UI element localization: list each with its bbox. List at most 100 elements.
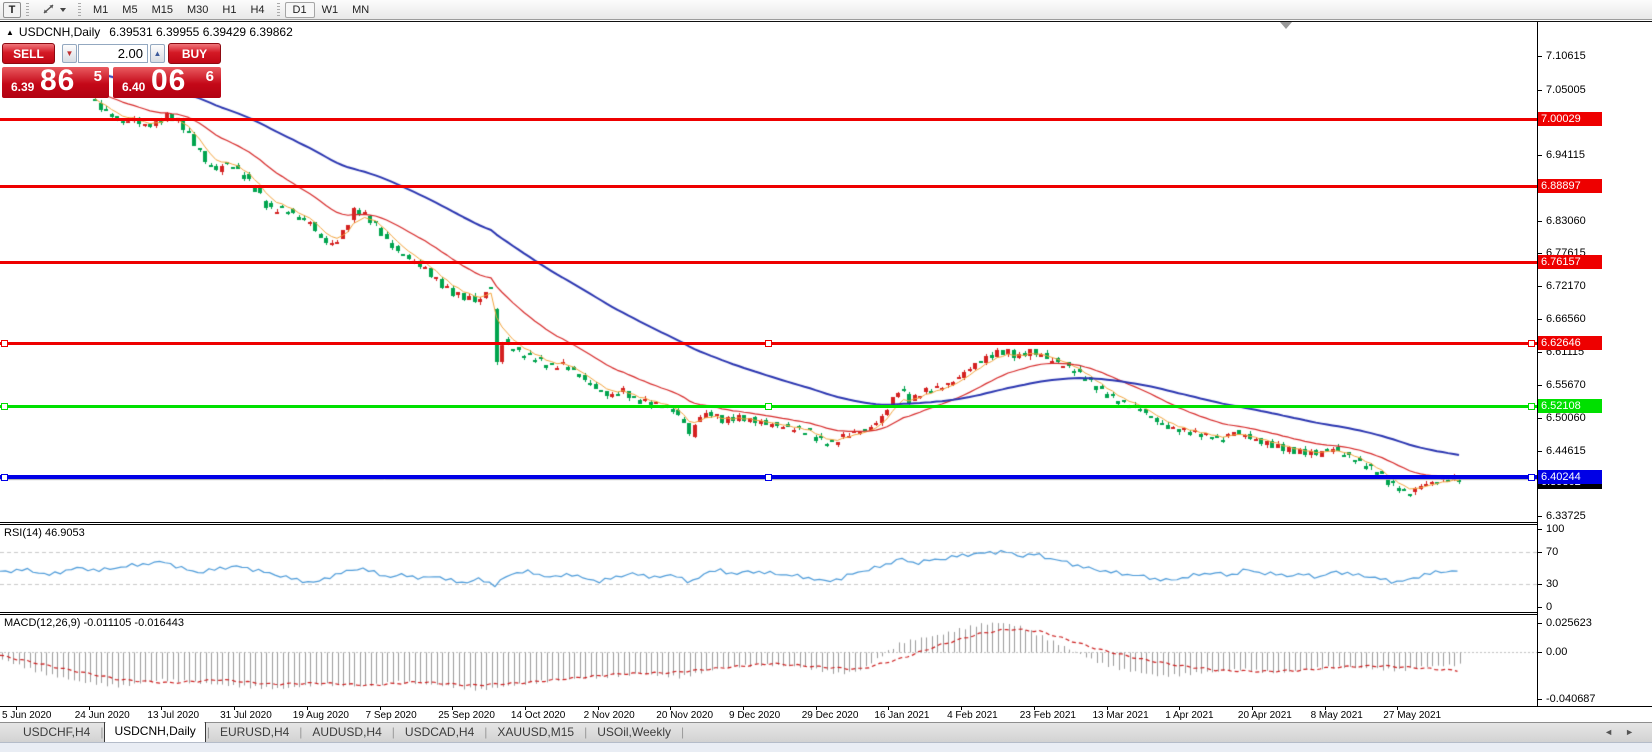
timeframe-d1[interactable]: D1 [284, 1, 315, 18]
buy-price-panel[interactable]: 6.40 06 6 [113, 67, 221, 98]
symbol-title: USDCNH,Daily [18, 25, 101, 39]
time-axis[interactable]: 5 Jun 2020 24 Jun 2020 13 Jul 2020 31 Jul 2… [0, 707, 1652, 722]
chart-shift-marker-icon[interactable] [1280, 22, 1292, 29]
line-handle[interactable] [765, 474, 772, 481]
level-price-badge: 6.62646 [1538, 336, 1602, 350]
arrows-tool-button[interactable] [34, 2, 73, 18]
line-handle[interactable] [765, 403, 772, 410]
buy-price-pip: 6 [205, 68, 214, 85]
rsi-tick [1538, 584, 1542, 585]
line-handle[interactable] [1528, 403, 1535, 410]
pane-separator[interactable] [0, 522, 1652, 525]
timeframe-h4[interactable]: H4 [243, 2, 271, 18]
timeframe-w1[interactable]: W1 [315, 2, 346, 18]
line-handle[interactable] [1, 340, 8, 347]
price-tick-label: 6.50060 [1546, 412, 1586, 424]
chart-frame-border [0, 21, 1652, 22]
tab-scroll-right-icon[interactable]: ► [1625, 727, 1646, 737]
price-tick [1538, 516, 1542, 517]
timeframe-h1[interactable]: H1 [215, 2, 243, 18]
text-tool-button[interactable]: T [3, 1, 21, 18]
collapse-icon[interactable]: ▲ [6, 28, 14, 37]
date-label: 2 Nov 2020 [583, 710, 635, 721]
date-label: 9 Dec 2020 [729, 710, 781, 721]
rsi-tick-label: 30 [1546, 578, 1559, 590]
date-label: 7 Sep 2020 [365, 710, 417, 721]
sell-button[interactable]: SELL [2, 43, 55, 64]
level-price-badge: 7.00029 [1538, 112, 1602, 126]
sell-price-panel[interactable]: 6.39 86 5 [2, 67, 109, 98]
timeframe-mn[interactable]: MN [345, 2, 376, 18]
chart-tab-xauusd[interactable]: XAUUSD,M15 [488, 723, 583, 742]
tab-scroll-left-icon[interactable]: ◄ [1604, 727, 1625, 737]
macd-tick-label: -0.040687 [1546, 693, 1596, 705]
tab-separator: | [681, 725, 685, 739]
timeframe-m5[interactable]: M5 [115, 2, 144, 18]
rsi-indicator-canvas[interactable] [0, 525, 1537, 612]
price-axis[interactable]: 7.10615 7.05005 6.94115 6.83060 6.77615 6.721… [1537, 22, 1652, 706]
toolbar-grip[interactable] [276, 2, 280, 17]
level-price-badge: 6.76157 [1538, 255, 1602, 269]
macd-tick-label: 0.00 [1546, 646, 1568, 658]
date-label: 23 Feb 2021 [1019, 710, 1076, 721]
buy-price-digits: 06 [151, 67, 187, 97]
chart-tab-eurusd[interactable]: EURUSD,H4 [211, 723, 298, 742]
macd-indicator-canvas[interactable] [0, 615, 1537, 706]
chevron-down-icon [60, 7, 66, 12]
line-handle[interactable] [765, 340, 772, 347]
rsi-tick-label: 100 [1546, 523, 1565, 535]
chart-tab-usdcnh[interactable]: USDCNH,Daily [104, 721, 206, 742]
price-tick [1538, 286, 1542, 287]
volume-input[interactable] [78, 44, 148, 63]
volume-increase-button[interactable]: ▲ [150, 44, 165, 63]
date-label: 4 Feb 2021 [947, 710, 998, 721]
macd-tick [1538, 623, 1542, 624]
horizontal-level-line[interactable] [0, 185, 1537, 188]
horizontal-level-line[interactable] [0, 118, 1537, 121]
price-tick-label: 7.05005 [1546, 84, 1586, 96]
rsi-tick [1538, 607, 1542, 608]
timeframe-m30[interactable]: M30 [180, 2, 215, 18]
price-tick [1538, 253, 1542, 254]
sell-price-digits: 86 [40, 67, 76, 97]
price-tick-label: 6.55670 [1546, 379, 1586, 391]
level-price-badge: 6.40244 [1538, 470, 1602, 484]
price-tick-label: 6.44615 [1546, 445, 1586, 457]
arrows-tool-icon [43, 4, 54, 14]
date-label: 13 Jul 2020 [147, 710, 200, 721]
price-tick-label: 6.94115 [1546, 149, 1585, 161]
tab-scroll-arrows[interactable]: ◄► [1604, 727, 1646, 737]
macd-tick [1538, 652, 1542, 653]
price-tick [1538, 155, 1542, 156]
toolbar-grip[interactable] [26, 2, 29, 17]
sell-price-pip: 5 [93, 68, 102, 85]
date-label: 14 Oct 2020 [510, 710, 566, 721]
status-bar [0, 742, 1652, 752]
price-chart-canvas[interactable] [0, 22, 1537, 522]
line-handle[interactable] [1528, 474, 1535, 481]
chart-tab-audusd[interactable]: AUDUSD,H4 [303, 723, 390, 742]
toolbar-grip[interactable] [78, 2, 81, 17]
level-price-badge: 6.88897 [1538, 179, 1602, 193]
timeframe-group: M1 M5 M15 M30 H1 H4 D1 W1 MN [86, 1, 376, 18]
rsi-tick-label: 70 [1546, 546, 1559, 558]
date-label: 20 Nov 2020 [656, 710, 714, 721]
line-handle[interactable] [1, 403, 8, 410]
horizontal-level-line[interactable] [0, 261, 1537, 264]
chart-tab-usdchf[interactable]: USDCHF,H4 [14, 723, 99, 742]
buy-price-prefix: 6.40 [122, 80, 146, 94]
pane-separator[interactable] [0, 612, 1652, 615]
pane-border [0, 706, 1652, 707]
line-handle[interactable] [1, 474, 8, 481]
chart-tab-usdcad[interactable]: USDCAD,H4 [396, 723, 483, 742]
one-click-trading-panel: SELL ▼ ▲ BUY 6.39 86 5 6.40 06 6 [2, 43, 221, 98]
timeframe-m15[interactable]: M15 [145, 2, 180, 18]
timeframe-m1[interactable]: M1 [86, 2, 115, 18]
line-handle[interactable] [1528, 340, 1535, 347]
price-tick [1538, 319, 1542, 320]
price-tick [1538, 385, 1542, 386]
price-tick [1538, 352, 1542, 353]
volume-decrease-button[interactable]: ▼ [62, 44, 77, 63]
chart-tab-usoil[interactable]: USOil,Weekly [588, 723, 680, 742]
buy-button[interactable]: BUY [168, 43, 221, 64]
